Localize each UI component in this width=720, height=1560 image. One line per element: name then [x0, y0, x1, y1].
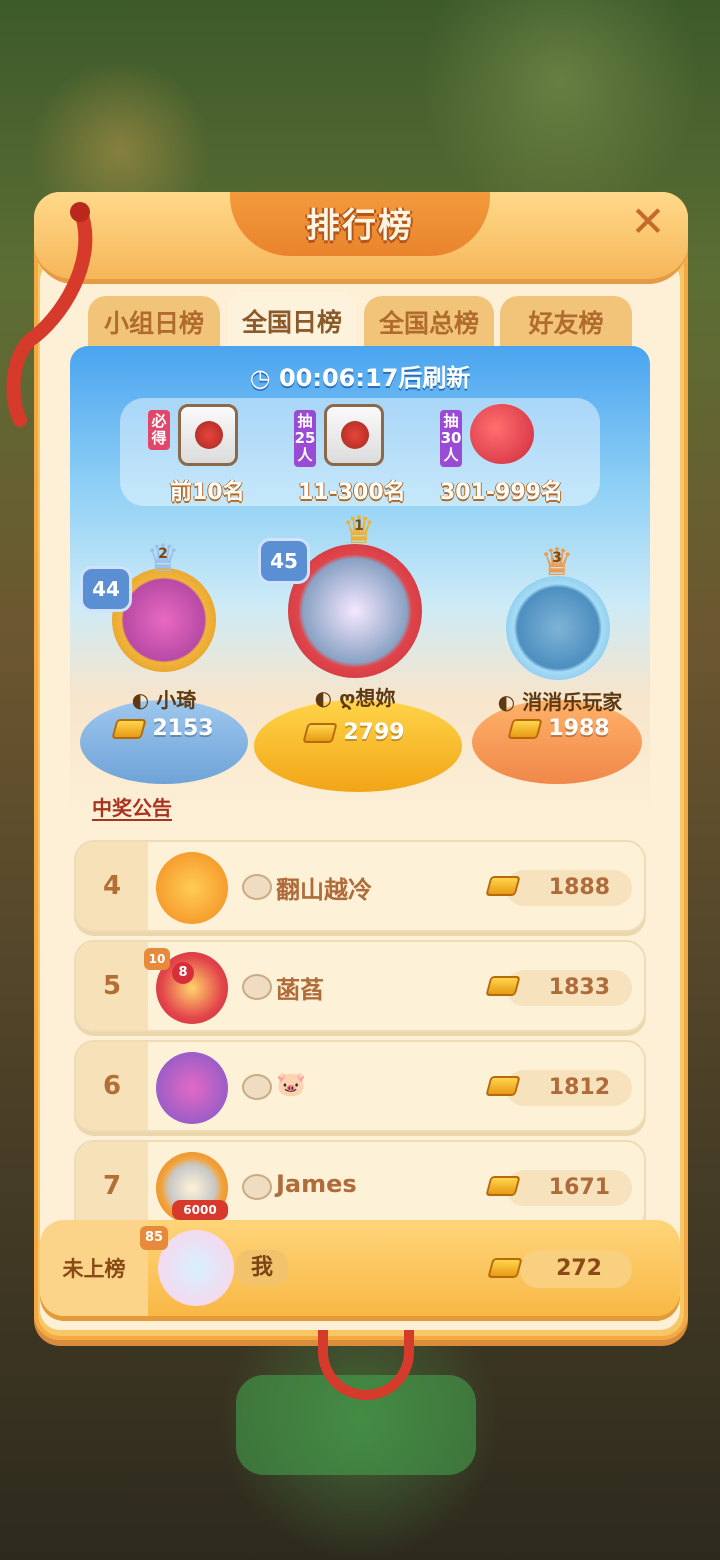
prize-range-2: 11-300名 [298, 480, 406, 505]
gold-bar-icon [487, 1258, 523, 1278]
gender-icon [242, 1174, 272, 1200]
prize-range-3: 301-999名 [440, 480, 563, 505]
player-name-1: ◐ ღ想妳 [314, 686, 396, 710]
player-name-2: ◐ 小琦 [131, 688, 197, 712]
close-icon[interactable]: ✕ [626, 200, 670, 244]
row-username: James [276, 1170, 357, 1198]
crown-icon-2: ♛ 2 [145, 536, 181, 580]
gold-bar-icon [485, 876, 521, 896]
row-score: 1888 [506, 870, 632, 906]
gold-bar-icon [111, 719, 148, 739]
row-rank: 4 [76, 842, 148, 930]
crown-icon-1: ♛ 1 [341, 508, 377, 552]
tab-group-daily[interactable]: 小组日榜 [88, 296, 220, 348]
gender-icon [242, 874, 272, 900]
row-score: 1671 [506, 1170, 632, 1206]
gold-bar-icon [485, 1176, 521, 1196]
level-badge-1: 45 [258, 538, 310, 584]
gold-bar-icon [485, 976, 521, 996]
podium-base-1 [254, 700, 462, 792]
gold-bar-icon [485, 1076, 521, 1096]
row-username: 翻山越冷 [276, 876, 372, 904]
gift-bag-icon [324, 404, 384, 466]
table-row[interactable]: 7 6000 James 1671 [74, 1140, 646, 1232]
timer-text: 00:06:17后刷新 [278, 364, 471, 392]
player-score-2: 2153 [100, 716, 228, 741]
player-score-3: 1988 [490, 716, 630, 741]
table-row[interactable]: 4 翻山越冷 1888 [74, 840, 646, 932]
page-title: 排行榜 [306, 206, 414, 246]
gift-bag-icon [178, 404, 238, 466]
winner-notice-link[interactable]: 中奖公告 [92, 792, 172, 821]
level-badge-2: 44 [80, 566, 132, 612]
row-username: 菡萏 [276, 976, 324, 1004]
tab-national-daily[interactable]: 全国日榜 [228, 292, 356, 350]
crown-icon-3: ♛ 3 [539, 540, 575, 584]
prize-tag-3: 抽30人 [440, 410, 462, 467]
row-level-badge: 10 [144, 948, 170, 970]
table-row[interactable]: 5 10 8 菡萏 1833 [74, 940, 646, 1032]
gender-icon: ◐ [314, 686, 340, 710]
gender-icon [242, 1074, 272, 1100]
row-avatar [156, 852, 228, 924]
prize-range-1: 前10名 [170, 480, 245, 505]
tab-friends[interactable]: 好友榜 [500, 296, 632, 348]
gold-bar-icon [507, 719, 544, 739]
player-name-3: ◐ 消消乐玩家 [497, 690, 623, 714]
row-badge: 6000 [172, 1200, 228, 1220]
gender-icon: ◐ [131, 688, 157, 712]
prize-tag-2: 抽25人 [294, 410, 316, 467]
tab-national-total[interactable]: 全国总榜 [364, 296, 494, 348]
my-username: 我 [236, 1250, 288, 1286]
row-username: 🐷 [276, 1070, 306, 1098]
my-rank: 未上榜 [40, 1220, 148, 1316]
row-rank: 7 [76, 1142, 148, 1230]
my-level-badge: 85 [140, 1226, 168, 1250]
row-score: 1812 [506, 1070, 632, 1106]
player-score-1: 2799 [280, 720, 430, 745]
row-frame-level: 8 [172, 962, 194, 984]
player-avatar-3[interactable] [506, 576, 610, 680]
row-avatar [156, 1052, 228, 1124]
row-rank: 6 [76, 1042, 148, 1130]
fox-plush-icon [470, 404, 534, 464]
gender-icon: ◐ [497, 690, 523, 714]
gold-bar-icon [302, 723, 339, 743]
my-avatar [158, 1230, 234, 1306]
row-rank: 5 [76, 942, 148, 1030]
refresh-timer: ◷ 00:06:17后刷新 [70, 358, 650, 393]
clock-icon: ◷ [249, 364, 271, 392]
gender-icon [242, 974, 272, 1000]
row-score: 1833 [506, 970, 632, 1006]
my-score: 272 [520, 1250, 632, 1288]
my-rank-row[interactable]: 未上榜 85 我 272 [40, 1220, 680, 1316]
table-row[interactable]: 6 🐷 1812 [74, 1040, 646, 1132]
prize-tag-1: 必得 [148, 410, 170, 450]
